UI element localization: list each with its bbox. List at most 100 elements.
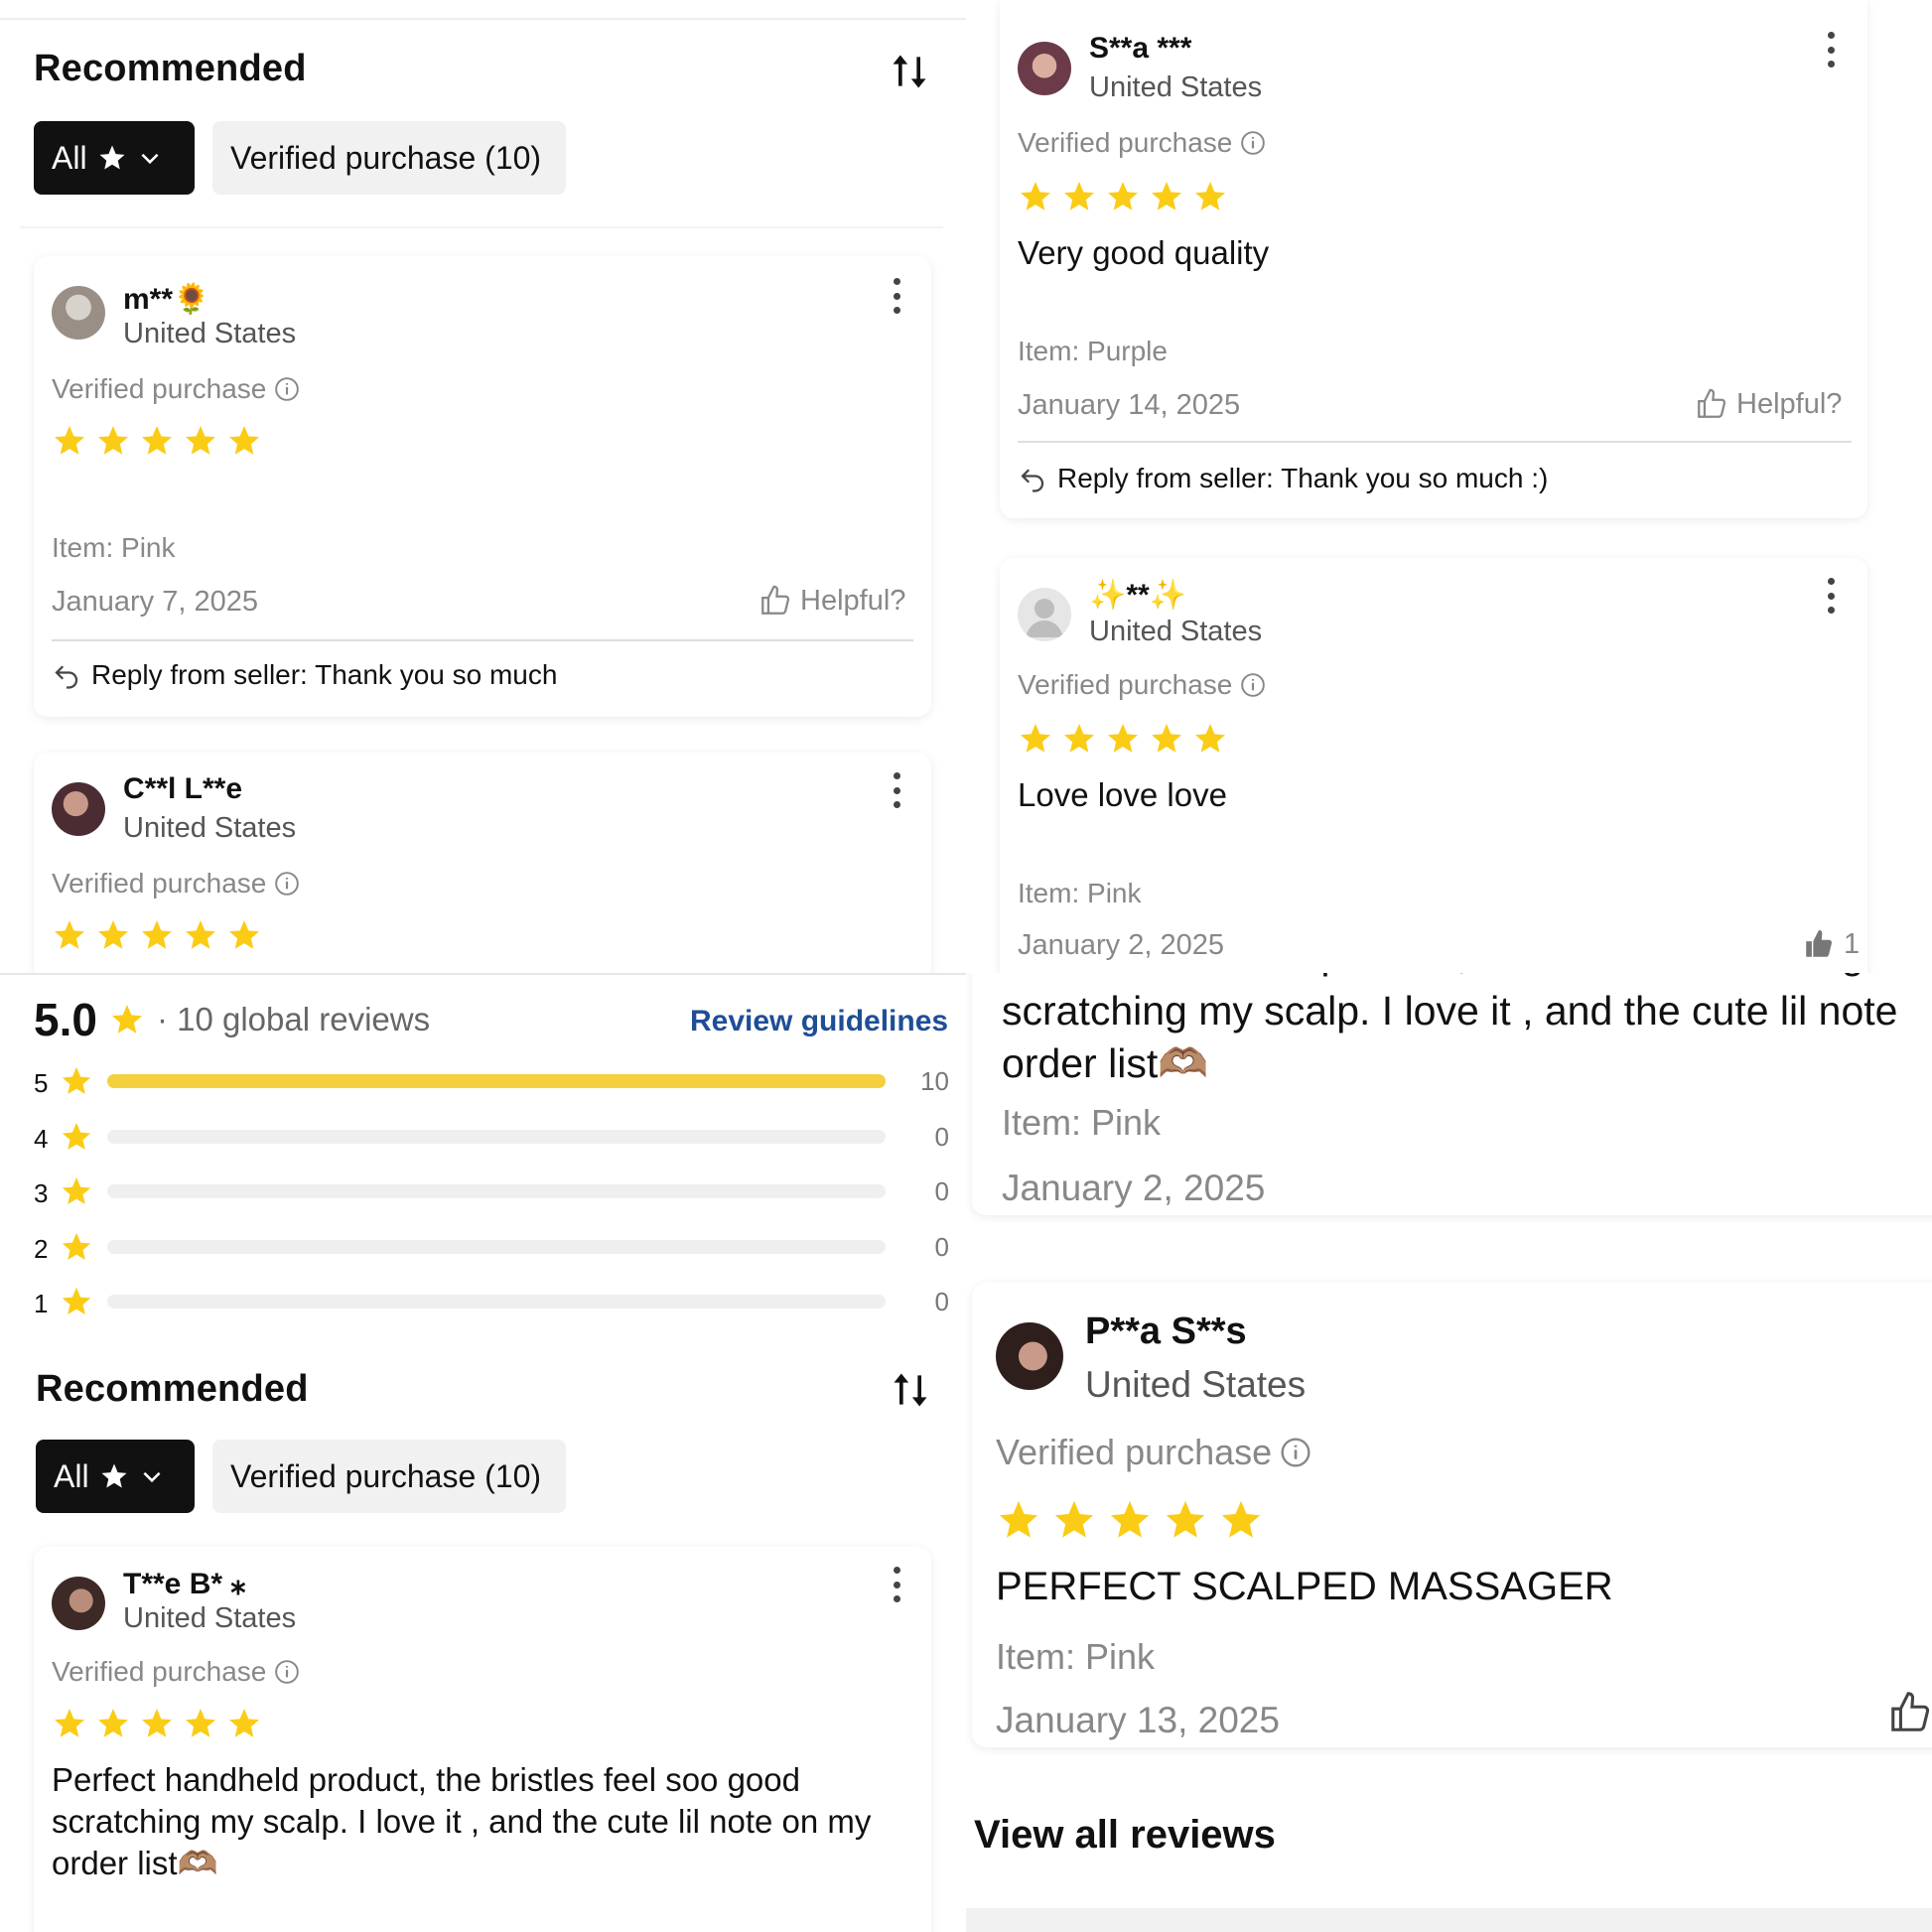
rating-row-stars-label: 3 — [34, 1178, 49, 1208]
view-all-reviews-link[interactable]: View all reviews — [974, 1813, 1276, 1858]
thumbs-up-icon[interactable] — [1887, 1690, 1932, 1735]
star-icon — [1195, 182, 1225, 210]
verified-label: Verified purchase — [52, 1656, 267, 1687]
info-icon[interactable] — [1240, 672, 1266, 698]
reviewer-country: United States — [1089, 71, 1263, 103]
star-icon — [1021, 724, 1050, 753]
more-options-icon[interactable] — [892, 772, 901, 808]
reviewer-country: United States — [123, 812, 297, 844]
review-guidelines-link[interactable]: Review guidelines — [690, 1005, 948, 1038]
rating-stars — [1018, 721, 1228, 757]
review-date: January 14, 2025 — [1018, 389, 1241, 421]
rating-row-stars-label: 4 — [34, 1123, 49, 1154]
star-icon — [62, 1066, 91, 1095]
avatar — [1018, 588, 1071, 641]
star-icon — [229, 426, 259, 455]
reply-icon — [55, 665, 78, 689]
info-icon[interactable] — [274, 871, 300, 897]
rating-row-count: 0 — [934, 1176, 949, 1206]
star-icon — [99, 145, 125, 170]
star-icon — [55, 920, 84, 949]
verified-label: Verified purchase — [1018, 127, 1233, 158]
review-text: Perfect handheld product, the bristles f… — [52, 1761, 872, 1881]
divider — [0, 973, 966, 975]
verified-purchase: Verified purchase — [1018, 127, 1266, 159]
star-icon — [62, 1232, 91, 1260]
filter-verified-button[interactable]: Verified purchase (10) — [212, 121, 566, 195]
seller-reply-text: Reply from seller: Thank you so much — [91, 659, 558, 690]
info-icon[interactable] — [1240, 130, 1266, 156]
star-icon — [142, 920, 172, 949]
star-icon — [1064, 724, 1094, 753]
review-date: January 7, 2025 — [52, 586, 258, 618]
star-icon — [1108, 182, 1138, 210]
star-icon — [1064, 182, 1094, 210]
avatar — [1018, 42, 1071, 95]
rating-row-count: 0 — [934, 1287, 949, 1316]
star-icon — [142, 426, 172, 455]
chevron-down-icon — [141, 153, 159, 165]
star-icon — [62, 1122, 91, 1150]
star-icon — [1108, 724, 1138, 753]
star-icon — [1221, 1500, 1261, 1538]
section-title: Recommended — [36, 1368, 309, 1410]
filter-all-label: All — [52, 139, 87, 176]
filter-all-button[interactable]: All — [34, 121, 195, 195]
reviewer-name: ✨**✨ — [1089, 579, 1187, 612]
item-variant: Item: Pink — [996, 1636, 1156, 1677]
filter-verified-button[interactable]: Verified purchase (10) — [212, 1440, 566, 1513]
review-date: January 2, 2025 — [1018, 929, 1224, 961]
reviewer-country: United States — [123, 1602, 297, 1634]
reviewer-country: United States — [123, 318, 297, 349]
rating-row-stars-label: 5 — [34, 1068, 49, 1098]
star-icon — [55, 426, 84, 455]
star-icon — [186, 920, 215, 949]
seller-reply: Reply from seller: Thank you so much :) — [1018, 463, 1548, 494]
more-options-icon[interactable] — [1826, 32, 1836, 68]
sort-icon[interactable] — [888, 50, 931, 93]
info-icon[interactable] — [274, 376, 300, 402]
divider — [20, 226, 943, 228]
more-options-icon[interactable] — [892, 278, 901, 314]
chevron-down-icon — [143, 1471, 161, 1483]
star-icon — [101, 1463, 127, 1488]
reviewer-name: S**a *** — [1089, 32, 1192, 65]
star-icon — [62, 1287, 91, 1315]
rating-stars — [996, 1497, 1264, 1543]
more-options-icon[interactable] — [892, 1567, 901, 1602]
helpful-count: 1 — [1844, 927, 1861, 960]
reviewer-country: United States — [1089, 616, 1263, 647]
avatar — [52, 1577, 105, 1630]
info-icon[interactable] — [1280, 1437, 1311, 1468]
rating-stars — [52, 1706, 262, 1741]
more-options-icon[interactable] — [1826, 578, 1836, 614]
review-date: January 13, 2025 — [996, 1700, 1280, 1740]
filter-all-button[interactable]: All — [36, 1440, 195, 1513]
global-reviews-count: · 10 global reviews — [156, 1001, 431, 1037]
rating-row-count: 0 — [934, 1121, 949, 1152]
info-icon[interactable] — [274, 1659, 300, 1685]
helpful-button[interactable]: Helpful? — [759, 584, 905, 618]
reviewer-name: P**a S**s — [1085, 1311, 1247, 1352]
rating-bar-fill — [107, 1074, 886, 1088]
rating-stars — [52, 423, 262, 459]
reviewer-name: T**e B* ⁎ — [123, 1568, 246, 1600]
item-variant: Item: Pink — [1002, 1102, 1162, 1143]
sort-icon[interactable] — [889, 1368, 932, 1412]
star-icon — [186, 426, 215, 455]
star-icon — [1021, 182, 1050, 210]
rating-row-count: 0 — [934, 1231, 949, 1262]
thumbs-up-icon — [1698, 388, 1726, 418]
item-variant: Item: Pink — [1018, 878, 1142, 908]
top-divider — [0, 18, 966, 20]
verified-purchase: Verified purchase — [52, 373, 300, 405]
verified-label: Verified purchase — [52, 373, 267, 404]
star-icon — [1152, 182, 1181, 210]
verified-purchase: Verified purchase — [52, 868, 300, 899]
star-icon — [186, 1709, 215, 1737]
average-score: 5.0 — [34, 994, 97, 1045]
helpful-button[interactable]: 1 — [1802, 927, 1860, 961]
review-card: ✨**✨ United States Verified purchase Lov… — [1000, 558, 1867, 973]
filter-all-label: All — [54, 1457, 89, 1494]
helpful-button[interactable]: Helpful? — [1695, 387, 1842, 421]
